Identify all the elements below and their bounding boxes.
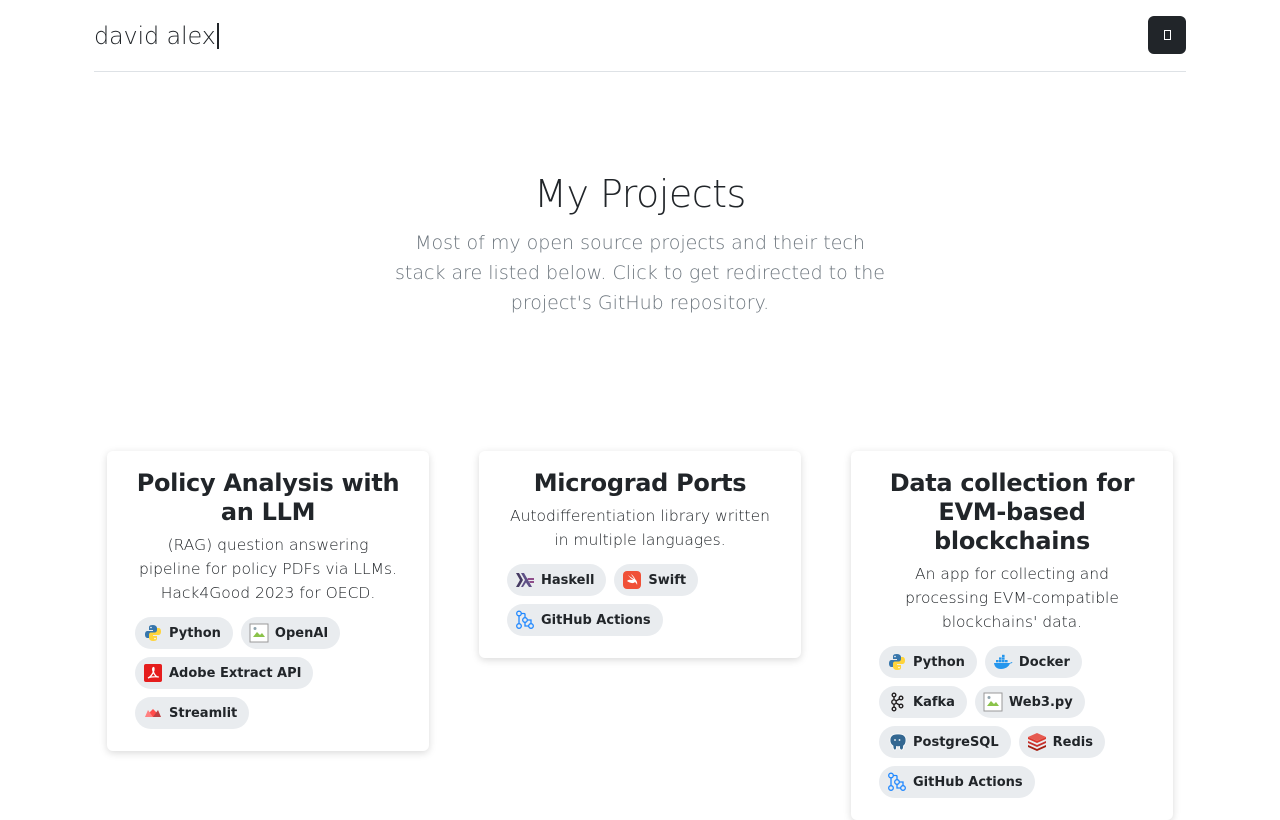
tech-badge: Adobe Extract API	[135, 657, 314, 689]
badge-label: OpenAI	[274, 625, 329, 641]
tech-badge: Redis	[1018, 726, 1105, 758]
project-description: (RAG) question answering pipeline for po…	[139, 536, 397, 602]
badge-label: Python	[913, 654, 965, 670]
tech-badge: Streamlit	[135, 697, 250, 729]
tech-badge: Web3.py	[974, 686, 1085, 718]
text-cursor	[216, 23, 219, 49]
badge-label: Web3.py	[1008, 694, 1073, 710]
brand[interactable]: david alex	[94, 22, 219, 50]
tech-badge: PostgreSQL	[879, 726, 1011, 758]
site-header: david alex	[94, 0, 1186, 72]
badge-label: GitHub Actions	[913, 774, 1023, 790]
badge-label: Kafka	[913, 694, 955, 710]
badge-label: PostgreSQL	[913, 734, 999, 750]
github-actions-icon	[516, 610, 534, 629]
project-card-evm-data-collection[interactable]: Data collection for EVM-based blockchain…	[851, 451, 1173, 820]
badge-label: Haskell	[541, 572, 595, 588]
project-title: Policy Analysis with an LLM	[136, 469, 400, 526]
badge-label: Docker	[1018, 654, 1070, 670]
haskell-icon	[516, 573, 534, 587]
postgresql-icon	[889, 733, 907, 751]
missing-glyph-icon	[1163, 30, 1171, 40]
project-title: Data collection for EVM-based blockchain…	[889, 469, 1135, 555]
python-icon	[889, 654, 905, 670]
project-description: Autodifferentiation library written in m…	[510, 507, 770, 549]
tech-badge: Docker	[984, 646, 1082, 678]
github-actions-icon	[888, 772, 906, 791]
adobe-icon	[144, 664, 162, 682]
kafka-icon	[891, 692, 904, 712]
tech-badge: Kafka	[879, 686, 967, 718]
project-title: Micrograd Ports	[533, 469, 747, 497]
badge-label: Streamlit	[169, 705, 238, 721]
tech-badge: Haskell	[507, 564, 607, 596]
badge-label: Swift	[648, 572, 687, 588]
hero-section: My Projects Most of my open source proje…	[0, 168, 1280, 318]
tech-badge-list: Haskell Swift GitHub Actions	[499, 564, 781, 636]
tech-badge: Python	[879, 646, 977, 678]
broken-image-icon	[249, 623, 269, 643]
tech-badge: GitHub Actions	[879, 766, 1035, 798]
swift-icon	[623, 571, 642, 589]
project-card-policy-analysis[interactable]: Policy Analysis with an LLM (RAG) questi…	[107, 451, 429, 751]
tech-badge-list: Python OpenAI Adobe Extract API Streamli…	[127, 617, 409, 729]
page-subtitle: Most of my open source projects and thei…	[395, 232, 885, 314]
tech-badge: Swift	[614, 564, 699, 596]
python-icon	[145, 625, 161, 641]
tech-badge: Python	[135, 617, 233, 649]
badge-label: Redis	[1052, 734, 1093, 750]
badge-label: GitHub Actions	[541, 612, 651, 628]
streamlit-icon	[145, 709, 161, 717]
tech-badge: GitHub Actions	[507, 604, 663, 636]
project-card-micrograd-ports[interactable]: Micrograd Ports Autodifferentiation libr…	[479, 451, 801, 658]
theme-toggle-button[interactable]	[1148, 16, 1186, 54]
project-description: An app for collecting and processing EVM…	[905, 565, 1119, 631]
badge-label: Adobe Extract API	[169, 665, 302, 681]
badge-label: Python	[169, 625, 221, 641]
brand-name: david alex	[94, 22, 216, 50]
docker-icon	[993, 654, 1013, 669]
redis-icon	[1027, 733, 1046, 751]
page-title: My Projects	[534, 172, 746, 216]
broken-image-icon	[983, 692, 1003, 712]
tech-badge-list: Python Docker Kafka Web3.py PostgreSQL R…	[871, 646, 1153, 798]
tech-badge: OpenAI	[240, 617, 341, 649]
